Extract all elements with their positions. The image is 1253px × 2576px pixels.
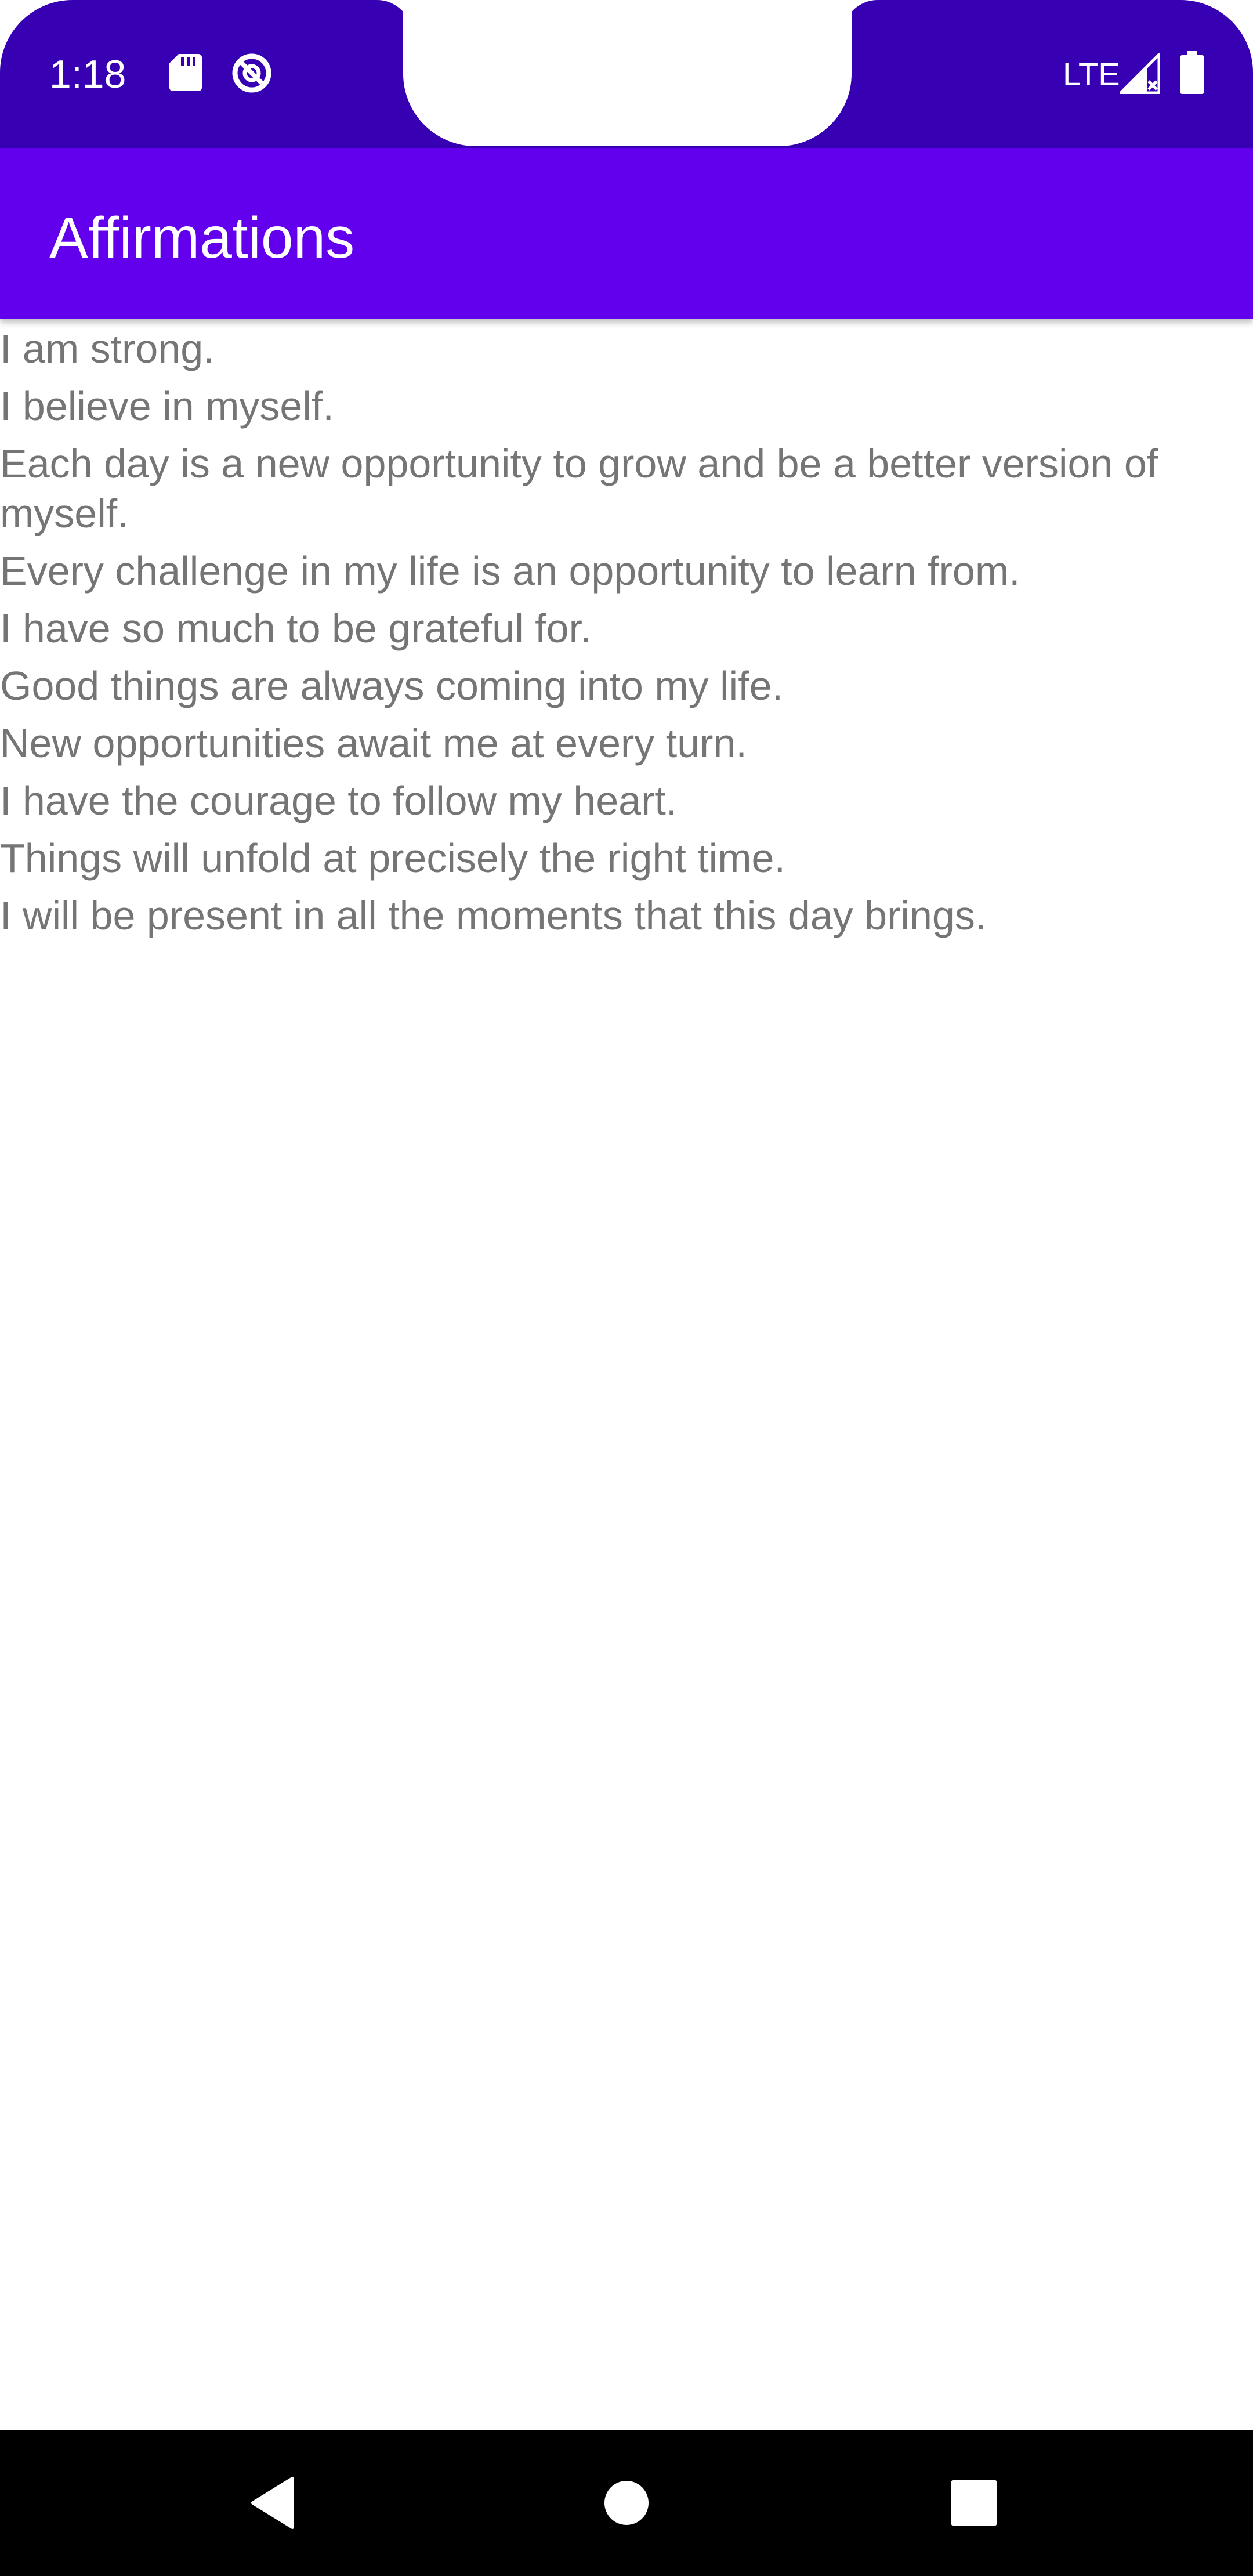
affirmation-item: Good things are always coming into my li…	[0, 663, 784, 708]
affirmation-item: I will be present in all the moments tha…	[0, 893, 987, 938]
status-time: 1:18	[49, 52, 126, 96]
home-icon[interactable]	[603, 2480, 650, 2526]
affirmation-item: Things will unfold at precisely the righ…	[0, 835, 785, 881]
recents-icon[interactable]	[950, 2479, 998, 2527]
app-title: Affirmations	[49, 205, 355, 270]
display-notch	[403, 0, 852, 146]
affirmation-item: Every challenge in my life is an opportu…	[0, 548, 1020, 594]
app-bar: Affirmations	[0, 148, 1253, 319]
affirmation-item: Each day is a new opportunity to grow an…	[0, 441, 1158, 536]
battery-icon	[1180, 51, 1204, 94]
signal-icon	[1120, 53, 1160, 94]
affirmation-item: I have so much to be grateful for.	[0, 606, 592, 651]
back-icon[interactable]	[249, 2476, 296, 2530]
affirmation-item: I have the courage to follow my heart.	[0, 778, 678, 823]
navigation-bar	[0, 2430, 1253, 2576]
app-screen: 1:18 LTE Affirmations I am strong. I bel…	[0, 0, 1253, 2430]
sd-card-icon	[169, 54, 202, 91]
affirmation-list[interactable]: I am strong. I believe in myself. Each d…	[0, 324, 1253, 948]
data-saver-icon	[232, 53, 271, 93]
network-type-label: LTE	[1063, 56, 1120, 92]
affirmation-item: I am strong.	[0, 326, 215, 371]
affirmation-item: New opportunities await me at every turn…	[0, 721, 747, 766]
affirmation-item: I believe in myself.	[0, 383, 334, 429]
